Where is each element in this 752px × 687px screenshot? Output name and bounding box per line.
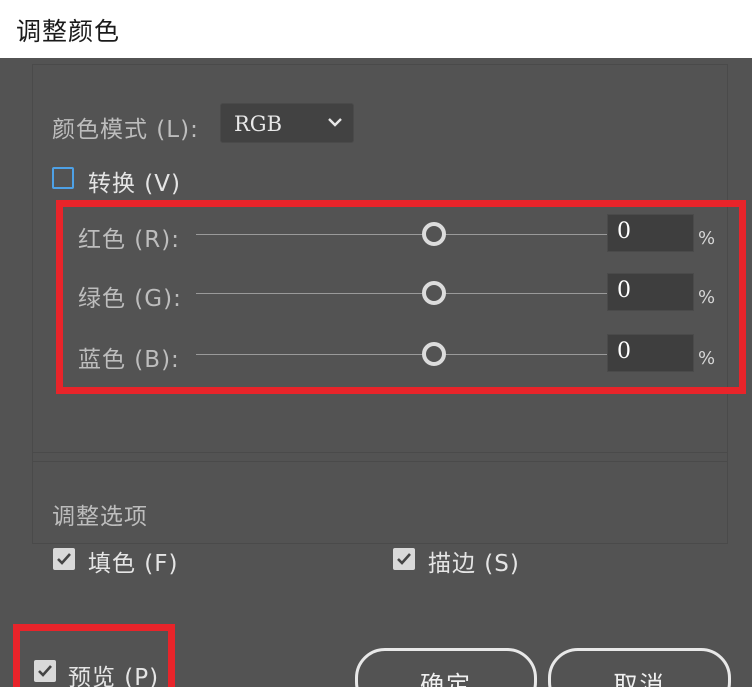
color-mode-select[interactable]: RGB (220, 103, 354, 143)
highlight-box-sliders (56, 200, 746, 394)
color-mode-label: 颜色模式 (L): (52, 117, 199, 143)
highlight-box-preview (13, 624, 175, 687)
chevron-down-icon (328, 118, 342, 127)
color-mode-value: RGB (234, 112, 283, 136)
checkmark-icon (57, 553, 71, 565)
convert-label: 转换 (V) (88, 171, 181, 197)
fill-checkbox[interactable] (53, 548, 75, 570)
window-title: 调整颜色 (16, 17, 121, 46)
stroke-checkbox[interactable] (393, 548, 415, 570)
ok-button-label: 确定 (420, 671, 472, 687)
checkmark-icon (397, 553, 411, 565)
title-bar: 调整颜色 (0, 0, 752, 58)
cancel-button[interactable]: 取消 (548, 648, 731, 687)
cancel-button-label: 取消 (613, 671, 666, 687)
fill-label: 填色 (F) (88, 551, 179, 577)
convert-checkbox[interactable] (52, 167, 74, 189)
adjust-options-label: 调整选项 (52, 504, 148, 530)
stroke-label: 描边 (S) (428, 551, 520, 577)
ok-button[interactable]: 确定 (355, 648, 537, 687)
